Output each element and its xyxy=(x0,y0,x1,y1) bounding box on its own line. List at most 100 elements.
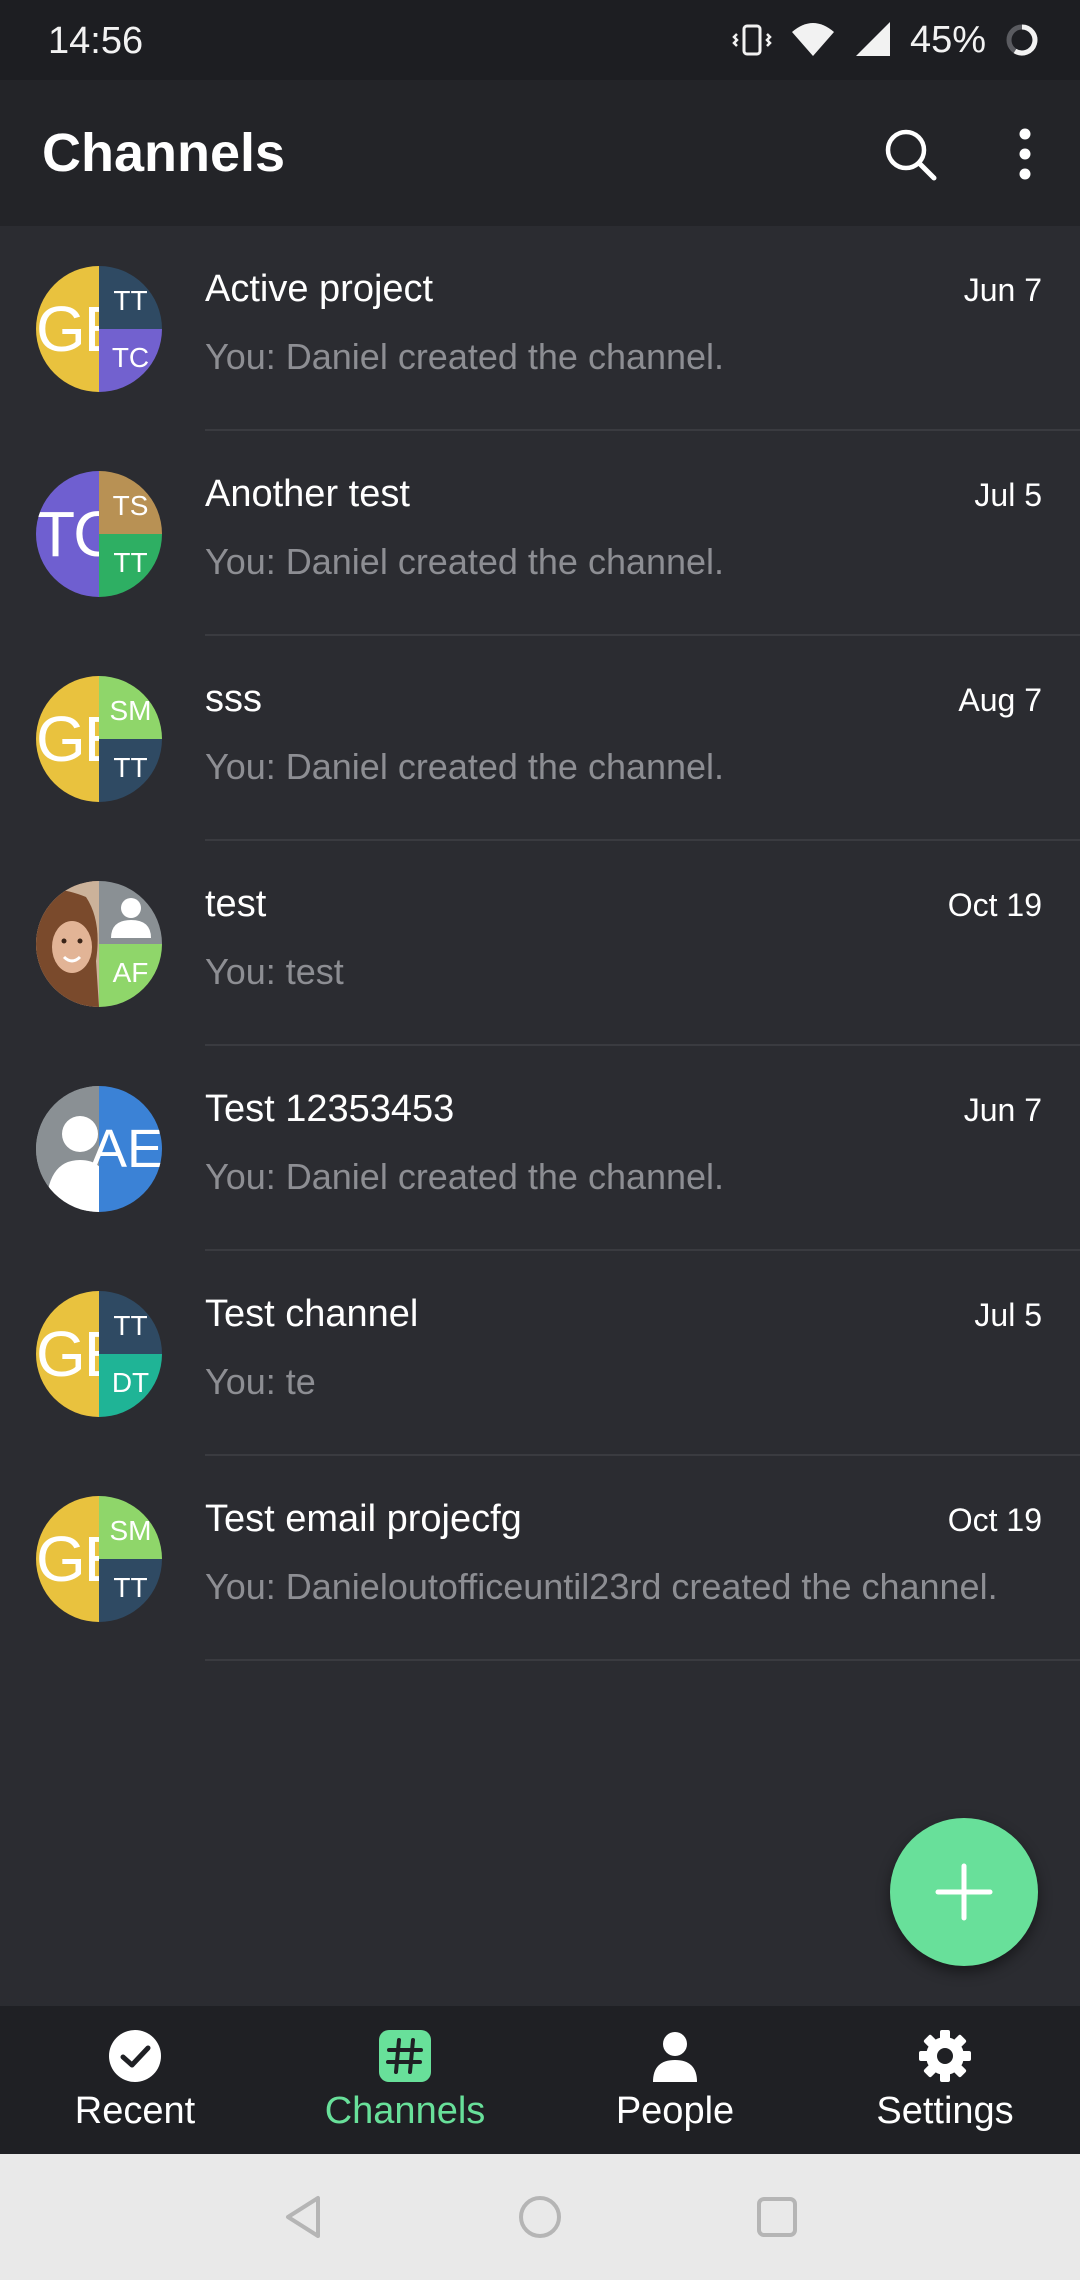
nav-recent-label: Recent xyxy=(74,2090,196,2132)
channel-name: Another test xyxy=(205,473,410,515)
avatar-segment: DT xyxy=(99,1354,162,1417)
home-icon[interactable] xyxy=(515,2192,565,2242)
avatar-initials: TT xyxy=(113,546,148,578)
avatar-segment: SM xyxy=(99,1496,162,1559)
channel-avatar: GE TT TC xyxy=(36,266,162,392)
channel-row[interactable]: GE TT DT Test channel Jul 5 You: te xyxy=(0,1251,1080,1456)
avatar-segment: TT xyxy=(99,1559,162,1622)
channel-list: GE TT TC Active project Jun 7 You: Daniel cre… xyxy=(0,226,1080,1661)
channel-preview: You: Danieloutofficeuntil23rd created th… xyxy=(205,1566,998,1607)
channel-avatar: GE TT DT xyxy=(36,1291,162,1417)
nav-recent[interactable]: Recent xyxy=(0,2006,270,2154)
channel-name: Active project xyxy=(205,268,434,310)
avatar-initials: SM xyxy=(109,694,152,726)
channel-date: Jun 7 xyxy=(963,1092,1042,1128)
avatar-initials: TS xyxy=(112,489,149,521)
recents-icon[interactable] xyxy=(752,2192,802,2242)
wifi-icon xyxy=(791,23,834,56)
avatar-segment: GE xyxy=(36,1291,99,1417)
channel-date: Oct 19 xyxy=(947,1502,1042,1538)
avatar-initials: GE xyxy=(36,703,99,775)
channel-date: Aug 7 xyxy=(958,682,1042,718)
channel-name: Test email projecfg xyxy=(205,1498,522,1540)
status-bar: 14:56 45% xyxy=(0,0,1080,80)
nav-channels[interactable]: Channels xyxy=(270,2006,540,2154)
channel-name: sss xyxy=(205,678,262,720)
person-icon xyxy=(653,2032,697,2082)
channel-row[interactable]: AF test Oct 19 You: test xyxy=(0,841,1080,1046)
avatar-initials: GE xyxy=(36,1523,99,1595)
avatar-initials: GE xyxy=(36,1318,99,1390)
search-icon[interactable] xyxy=(880,124,940,184)
add-channel-button[interactable] xyxy=(890,1818,1038,1966)
channel-preview: You: Daniel created the channel. xyxy=(205,336,725,377)
channel-row[interactable]: GE SM TT Test email projecfg Oct 19 You: Dani… xyxy=(0,1456,1080,1661)
channel-avatar: TC TS TT xyxy=(36,471,162,597)
channel-avatar: GE SM TT xyxy=(36,676,162,802)
avatar-initials: TT xyxy=(113,1571,148,1603)
vibrate-icon xyxy=(732,24,772,56)
status-time: 14:56 xyxy=(48,20,144,62)
bottom-navigation: Recent Channels People Settings xyxy=(0,2006,1080,2154)
avatar-segment: TC xyxy=(36,471,99,597)
avatar-initials: AE xyxy=(91,1119,162,1179)
avatar-initials: TC xyxy=(111,341,150,373)
avatar-segment: TT xyxy=(99,1291,162,1354)
avatar-initials: DT xyxy=(111,1366,150,1398)
signal-icon xyxy=(855,22,890,56)
avatar-segment: GE xyxy=(36,266,99,392)
battery-icon xyxy=(1006,24,1038,56)
channel-preview: You: Daniel created the channel. xyxy=(205,1156,725,1197)
battery-percent: 45% xyxy=(909,18,986,61)
nav-people-label: People xyxy=(615,2090,735,2132)
channel-name: test xyxy=(205,883,267,925)
channel-row[interactable]: GE TT TC Active project Jun 7 You: Daniel cre… xyxy=(0,226,1080,431)
hashtag-icon xyxy=(379,2030,431,2082)
app-bar: Channels xyxy=(0,80,1080,226)
avatar-segment xyxy=(36,1086,99,1212)
avatar-segment xyxy=(36,881,99,1007)
channel-row[interactable]: GE SM TT sss Aug 7 You: Daniel created the ch… xyxy=(0,636,1080,841)
nav-people[interactable]: People xyxy=(540,2006,810,2154)
channel-row[interactable]: TC TS TT Another test Jul 5 You: Daniel creat… xyxy=(0,431,1080,636)
nav-settings-label: Settings xyxy=(876,2090,1014,2132)
divider xyxy=(205,1659,1080,1661)
more-options-icon[interactable] xyxy=(1000,124,1050,184)
channel-avatar: AE xyxy=(36,1086,162,1212)
channel-row[interactable]: AE Test 12353453 Jun 7 You: Daniel created … xyxy=(0,1046,1080,1251)
channel-preview: You: test xyxy=(205,951,344,992)
avatar-segment: TT xyxy=(99,266,162,329)
avatar-initials: GE xyxy=(36,293,99,365)
channel-name: Test channel xyxy=(205,1293,419,1335)
person-silhouette-icon xyxy=(36,1086,99,1212)
avatar-segment: AE xyxy=(91,1086,162,1212)
avatar-segment: GE xyxy=(36,1496,99,1622)
channel-date: Jul 5 xyxy=(974,477,1042,513)
system-navigation-bar xyxy=(0,2154,1080,2280)
channel-date: Jun 7 xyxy=(963,272,1042,308)
status-icons: 45% xyxy=(732,16,1040,64)
channel-preview: You: te xyxy=(205,1361,316,1402)
avatar-segment xyxy=(99,881,162,944)
avatar-segment: GE xyxy=(36,676,99,802)
check-circle-icon xyxy=(109,2030,161,2082)
nav-settings[interactable]: Settings xyxy=(810,2006,1080,2154)
plus-icon xyxy=(935,1863,993,1921)
avatar-initials: AF xyxy=(112,956,149,988)
avatar-initials: TT xyxy=(113,1309,148,1341)
avatar-initials: TT xyxy=(113,751,148,783)
avatar-segment: AF xyxy=(99,944,162,1007)
back-icon[interactable] xyxy=(280,2192,330,2242)
avatar-initials: TC xyxy=(36,498,99,570)
channel-name: Test 12353453 xyxy=(205,1088,455,1130)
avatar-segment: TT xyxy=(99,534,162,597)
avatar-segment: TS xyxy=(99,471,162,534)
avatar-segment: TT xyxy=(99,739,162,802)
channel-preview: You: Daniel created the channel. xyxy=(205,541,725,582)
avatar-segment: TC xyxy=(99,329,162,392)
channel-date: Oct 19 xyxy=(947,887,1042,923)
person-silhouette-icon xyxy=(110,897,151,938)
channel-avatar: AF xyxy=(36,881,162,1007)
channel-preview: You: Daniel created the channel. xyxy=(205,746,725,787)
nav-channels-label: Channels xyxy=(324,2090,486,2132)
